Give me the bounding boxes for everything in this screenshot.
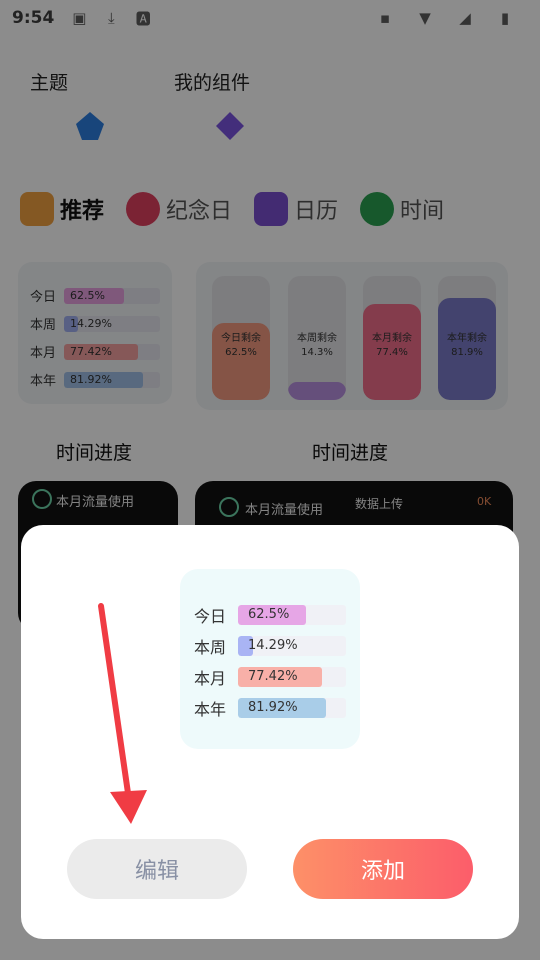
add-button[interactable]: 添加 <box>293 839 473 899</box>
preview-row-value: 62.5% <box>248 607 290 622</box>
preview-row-label: 本周 <box>194 638 227 657</box>
download-icon: ⤓ <box>107 9 115 27</box>
preview-row-value: 77.42% <box>248 669 298 684</box>
preview-row: 本月 77.42% <box>194 665 346 689</box>
preview-track: 77.42% <box>238 667 346 687</box>
signal-icon: ◢ <box>459 9 471 27</box>
preview-row-value: 81.92% <box>248 700 298 715</box>
battery-charging-icon: ▮ <box>500 9 510 27</box>
preview-row: 今日 62.5% <box>194 603 346 627</box>
preview-row: 本周 14.29% <box>194 634 346 658</box>
preview-row-value: 14.29% <box>248 638 298 653</box>
wifi-icon: ▼ <box>419 9 431 27</box>
widget-preview-sheet: 今日 62.5% 本周 14.29% 本月 77.42% 本年 81.92% 编… <box>21 525 519 939</box>
preview-row-label: 今日 <box>194 607 227 626</box>
status-bar: 9:54 ▣ ⤓ 🅰 ▪ ▼ ◢ ▮ <box>0 0 540 36</box>
briefcase-icon: ▪ <box>379 9 391 27</box>
widget-preview: 今日 62.5% 本周 14.29% 本月 77.42% 本年 81.92% <box>180 569 360 749</box>
edit-button[interactable]: 编辑 <box>67 839 247 899</box>
preview-row-label: 本月 <box>194 669 227 688</box>
status-time: 9:54 <box>12 8 55 28</box>
preview-track: 62.5% <box>238 605 346 625</box>
preview-row: 本年 81.92% <box>194 696 346 720</box>
preview-row-label: 本年 <box>194 700 227 719</box>
text-a-icon: 🅰 <box>135 9 151 28</box>
preview-track: 14.29% <box>238 636 346 656</box>
image-icon: ▣ <box>72 9 87 27</box>
preview-track: 81.92% <box>238 698 346 718</box>
